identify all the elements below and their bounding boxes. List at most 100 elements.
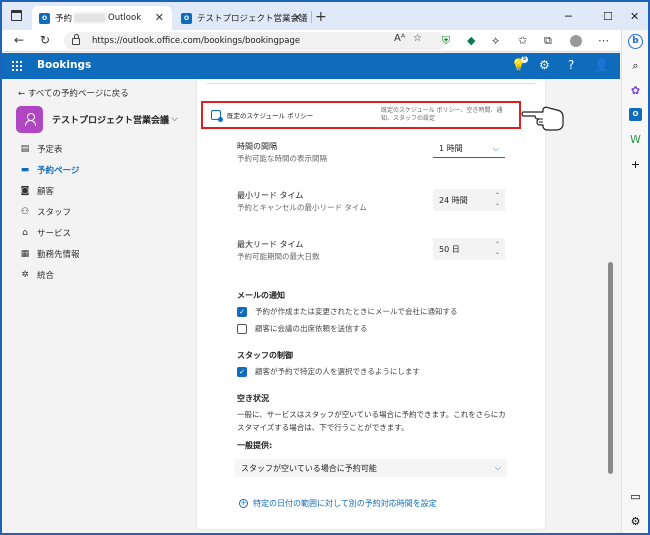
min-lead-sublabel: 予約とキャンセルの最小リード タイム [237, 203, 367, 212]
email-option-label: 顧客に会議の出席依頼を送信する [255, 324, 368, 333]
collections-icon[interactable]: ⧉ [544, 34, 552, 48]
add-date-range-label: 特定の日付の範囲に対して別の予約対応時間を設定 [253, 499, 437, 508]
window-menu-icon[interactable] [11, 10, 22, 21]
general-availability-value: スタッフが空いている場合に予約可能 [241, 463, 377, 473]
nav-item-label: 統合 [37, 271, 55, 281]
max-lead-spinner[interactable]: 50 日 ⌃ ⌄ [433, 238, 505, 260]
nav-item-customers[interactable]: ◙ 顧客 [19, 184, 54, 198]
url-text: https://outlook.office.com/bookings/book… [92, 36, 301, 46]
page-name: テストプロジェクト営業会議 [52, 115, 170, 126]
policy-icon [211, 110, 223, 122]
person-icon [25, 113, 36, 126]
staff-icon: ⚇ [20, 207, 30, 217]
refresh-icon[interactable]: ↻ [40, 33, 50, 47]
address-toolbar: ← ↻ https://outlook.office.com/bookings/… [2, 30, 648, 52]
search-icon[interactable]: ⌕ [629, 59, 642, 72]
maximize-icon[interactable]: ☐ [603, 10, 613, 23]
spin-arrows-icon[interactable]: ⌃ ⌄ [495, 192, 500, 208]
more-icon[interactable]: ⋯ [598, 34, 609, 47]
min-lead-label: 最小リード タイム [237, 191, 304, 200]
help-icon[interactable]: ? [568, 58, 574, 72]
nav-item-staff[interactable]: ⚇ スタッフ [19, 205, 71, 219]
add-circle-icon: + [239, 499, 248, 508]
close-window-icon[interactable]: ✕ [630, 10, 639, 23]
general-availability-dropdown[interactable]: スタッフが空いている場合に予約可能 ⌵ [235, 459, 507, 477]
settings-icon[interactable]: ⚙ [629, 515, 642, 528]
chevron-down-icon: ⌵ [494, 463, 501, 472]
copilot-icon[interactable]: ✿ [629, 84, 642, 97]
nav-item-calendar[interactable]: ▤ 予定表 [19, 142, 63, 156]
interval-value: 1 時間 [439, 144, 463, 153]
close-tab-icon[interactable]: ✕ [293, 11, 302, 24]
email-option-invite[interactable]: 顧客に会議の出席依頼を送信する [237, 323, 368, 334]
booking-page-selector[interactable]: テストプロジェクト営業会議 ⌵ [16, 105, 178, 133]
bing-icon[interactable]: b [628, 34, 643, 49]
account-icon[interactable]: 👤 [594, 58, 609, 72]
scrollbar-thumb[interactable] [608, 262, 613, 474]
favorite-add-icon[interactable]: ☆ [413, 33, 422, 44]
staff-option-select-person[interactable]: ✓ 顧客が予約で特定の人を選択できるようにします [237, 366, 420, 377]
back-to-pages-link[interactable]: ← すべての予約ページに戻る [18, 87, 129, 99]
service-icon: ⌂ [22, 228, 28, 238]
email-option-notify[interactable]: ✓ 予約が作成または変更されたときにメールで会社に通知する [237, 306, 458, 317]
lock-icon [72, 33, 80, 45]
nav-item-label: スタッフ [37, 208, 72, 218]
tab-label: テストプロジェクト営業会議 [197, 14, 308, 24]
back-icon[interactable]: ← [14, 33, 24, 47]
read-aloud-icon[interactable]: Aᴬ [394, 33, 405, 44]
policy-description: 既定のスケジュール ポリシー、空き時間、通知、スタッフの設定 [381, 107, 503, 122]
settings-card: 既定のスケジュール ポリシー 既定のスケジュール ポリシー、空き時間、通知、スタ… [197, 79, 545, 529]
divider [207, 83, 535, 84]
calendar-icon: ▤ [20, 144, 30, 154]
profile-icon[interactable] [570, 35, 582, 47]
minimize-icon[interactable]: ─ [565, 10, 572, 23]
outlook-tab-icon: O [181, 12, 192, 24]
pointing-hand-icon [521, 106, 564, 131]
nav-item-label: 顧客 [37, 187, 55, 197]
app-title: Bookings [37, 59, 92, 71]
checkbox-checked[interactable]: ✓ [237, 366, 247, 377]
tab-meeting[interactable]: O テストプロジェクト営業会議 ✕ [174, 6, 310, 30]
nav-item-business-info[interactable]: ▦ 勤務先情報 [19, 247, 80, 261]
left-navigation: ← すべての予約ページに戻る テストプロジェクト営業会議 ⌵ ▤ 予定表 ▬ 予約ペ… [2, 79, 185, 533]
close-tab-icon[interactable]: ✕ [155, 11, 164, 24]
favorites-icon[interactable]: ✩ [518, 34, 527, 47]
nav-item-label: 予約ページ [37, 166, 80, 176]
sidebar-toggle-icon[interactable]: ▭ [629, 490, 642, 503]
checkbox-checked[interactable]: ✓ [237, 306, 247, 317]
customer-icon: ◙ [20, 186, 30, 196]
staff-heading: スタッフの制御 [237, 351, 293, 360]
main-content: 既定のスケジュール ポリシー 既定のスケジュール ポリシー、空き時間、通知、スタ… [185, 79, 621, 533]
interval-sublabel: 予約可能な時間の表示間隔 [237, 154, 327, 163]
nav-item-label: 予定表 [37, 145, 63, 155]
nav-item-integrations[interactable]: ✲ 統合 [19, 268, 54, 282]
add-icon[interactable]: + [629, 158, 642, 171]
outlook-icon[interactable]: O [629, 108, 642, 121]
address-bar[interactable]: https://outlook.office.com/bookings/book… [64, 32, 446, 50]
checkbox-unchecked[interactable] [237, 323, 247, 334]
new-tab-icon[interactable]: + [315, 9, 327, 25]
staff-option-label: 顧客が予約で特定の人を選択できるようにします [255, 367, 420, 376]
tab-bookings[interactable]: O 予約 Outlook ✕ [32, 6, 172, 30]
bookings-icon[interactable]: W [629, 133, 642, 146]
extension-icon[interactable]: ◆ [467, 34, 475, 47]
email-option-label: 予約が作成または変更されたときにメールで会社に通知する [255, 307, 458, 316]
puzzle-icon[interactable]: ⟡ [492, 34, 499, 48]
app-launcher-icon[interactable] [12, 61, 22, 71]
general-availability-label: 一般提供: [237, 441, 273, 450]
add-date-range-link[interactable]: + 特定の日付の範囲に対して別の予約対応時間を設定 [239, 498, 437, 509]
booking-page-icon: ▬ [20, 165, 30, 175]
back-link-label: すべての予約ページに戻る [27, 89, 129, 99]
min-lead-spinner[interactable]: 24 時間 ⌃ ⌄ [433, 189, 505, 211]
shield-icon[interactable]: ⛨ [442, 34, 450, 48]
gear-icon[interactable]: ⚙ [539, 58, 550, 72]
scheduling-policy-section[interactable]: 既定のスケジュール ポリシー 既定のスケジュール ポリシー、空き時間、通知、スタ… [201, 101, 521, 129]
spin-arrows-icon[interactable]: ⌃ ⌄ [495, 241, 500, 257]
back-arrow-icon: ← [18, 89, 28, 99]
nav-item-services[interactable]: ⌂ サービス [19, 226, 71, 240]
min-lead-value: 24 時間 [439, 195, 468, 205]
nav-item-booking-page[interactable]: ▬ 予約ページ [19, 163, 80, 177]
blurred-text [74, 13, 107, 23]
integration-icon: ✲ [21, 270, 29, 280]
interval-dropdown[interactable]: 1 時間 ⌵ [433, 140, 505, 158]
